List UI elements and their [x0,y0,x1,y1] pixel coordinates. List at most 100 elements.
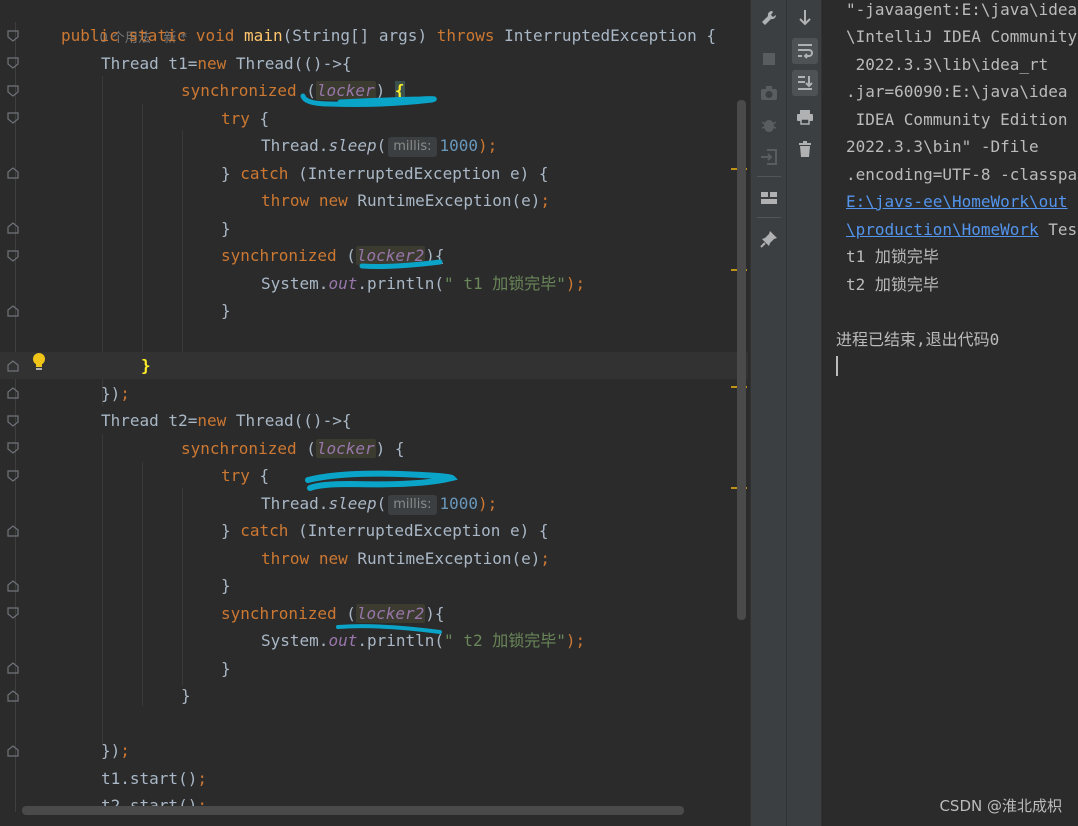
console-line: .jar=60090:E:\java\idea [846,82,1068,101]
code-line[interactable]: } [0,297,748,324]
token: { [249,466,270,485]
token: sleep [328,494,377,513]
token: } [221,301,231,320]
token: new [197,54,227,73]
code-line[interactable]: }); [0,737,748,764]
code-line[interactable]: Thread.sleep(millis: 1000); [0,132,748,159]
token: out [328,274,358,293]
code-line[interactable]: synchronized (locker2){ [0,242,748,269]
fold-icon[interactable] [7,745,19,757]
console-path-link[interactable]: E:\javs-ee\HomeWork\out [846,188,1068,215]
fold-icon[interactable] [7,85,19,97]
code-line[interactable]: } [0,572,748,599]
token: { [249,109,270,128]
fold-icon[interactable] [7,112,19,124]
code-line[interactable]: throw new RuntimeException(e); [0,187,748,214]
token: Thread. [261,136,329,155]
console-line: 2022.3.3\lib\idea_rt [846,55,1049,74]
token: synchronized [221,246,337,265]
code-line[interactable]: Thread t2=new Thread(()->{ [0,407,748,434]
print-icon[interactable] [792,104,818,130]
fold-icon[interactable] [7,607,19,619]
token: main [244,26,283,45]
trash-icon[interactable] [792,136,818,162]
vertical-scrollbar[interactable] [737,100,746,620]
code-line[interactable]: } catch (InterruptedException e) { [0,160,748,187]
fold-icon[interactable] [7,690,19,702]
stop-icon[interactable] [756,46,782,72]
code-line[interactable]: } [0,215,748,242]
scroll-to-end-icon[interactable] [792,70,818,96]
fold-icon[interactable] [7,57,19,69]
fold-icon[interactable] [7,387,19,399]
token: ); [478,136,498,155]
token: System. [261,631,329,650]
login-icon[interactable] [756,144,782,170]
wrench-icon[interactable] [756,5,782,31]
fold-icon[interactable] [7,415,19,427]
code-line[interactable]: }); [0,380,748,407]
fold-icon[interactable] [7,442,19,454]
code-line[interactable]: } [0,655,748,682]
camera-icon[interactable] [756,80,782,106]
fold-icon[interactable] [7,305,19,317]
code-line[interactable]: System.out.println(" t1 加锁完毕"); [0,270,748,297]
token: static [128,26,187,45]
console-path-link[interactable]: \production\HomeWork [846,220,1039,239]
token: throw [261,549,310,568]
code-line[interactable]: synchronized (locker) { [0,77,748,104]
token: new [318,191,348,210]
code-line[interactable]: synchronized (locker) { [0,435,748,462]
code-line[interactable]: } [0,682,748,709]
code-line[interactable]: throw new RuntimeException(e); [0,545,748,572]
lightbulb-icon[interactable] [30,352,48,376]
code-line[interactable]: System.out.println(" t2 加锁完毕"); [0,627,748,654]
code-line[interactable]: synchronized (locker2){ [0,600,748,627]
fold-icon[interactable] [7,30,19,42]
code-editor[interactable]: 0 个用法 新 * public static void main(String… [0,0,750,826]
code-line-current[interactable]: } [0,352,748,379]
token: Thread t2= [101,411,198,430]
text-caret [836,356,838,376]
code-line[interactable]: Thread t1=new Thread(()->{ [0,50,748,77]
token: public [61,26,119,45]
code-line-main[interactable]: public static void main(String[] args) t… [0,22,748,49]
fold-icon[interactable] [7,222,19,234]
fold-icon[interactable] [7,360,19,372]
token: } [181,686,191,705]
horizontal-scrollbar[interactable] [22,806,684,815]
token: ); [565,631,586,650]
layout-icon[interactable] [756,185,782,211]
token: throw [261,191,310,210]
token: new [318,549,348,568]
token: try [221,109,250,128]
token: synchronized [181,81,297,100]
arrow-down-icon[interactable] [792,5,818,31]
code-line[interactable]: try { [0,105,748,132]
code-line[interactable]: t1.start(); [0,765,748,792]
token: synchronized [221,604,337,623]
token: ; [197,769,207,788]
token: locker [315,439,376,458]
fold-icon[interactable] [7,470,19,482]
param-hint: millis: [388,495,437,515]
fold-icon[interactable] [7,250,19,262]
pin-icon[interactable] [756,226,782,252]
token: }) [101,384,121,403]
code-line[interactable]: try { [0,462,748,489]
matched-brace: } [141,356,151,375]
run-console[interactable]: "-javaagent:E:\java\idea \IntelliJ IDEA … [822,0,1078,826]
fold-icon[interactable] [7,167,19,179]
fold-icon[interactable] [7,580,19,592]
code-line[interactable]: } catch (InterruptedException e) { [0,517,748,544]
param-hint: millis: [388,137,437,157]
separator [757,217,781,218]
soft-wrap-icon[interactable] [792,38,818,64]
fold-icon[interactable] [7,525,19,537]
code-line[interactable]: Thread.sleep(millis: 1000); [0,490,748,517]
fold-icon[interactable] [7,662,19,674]
console-line: IDEA Community Edition [846,110,1068,129]
token: ); [478,494,498,513]
debug-icon[interactable] [756,112,782,138]
token: InterruptedException { [494,26,717,45]
